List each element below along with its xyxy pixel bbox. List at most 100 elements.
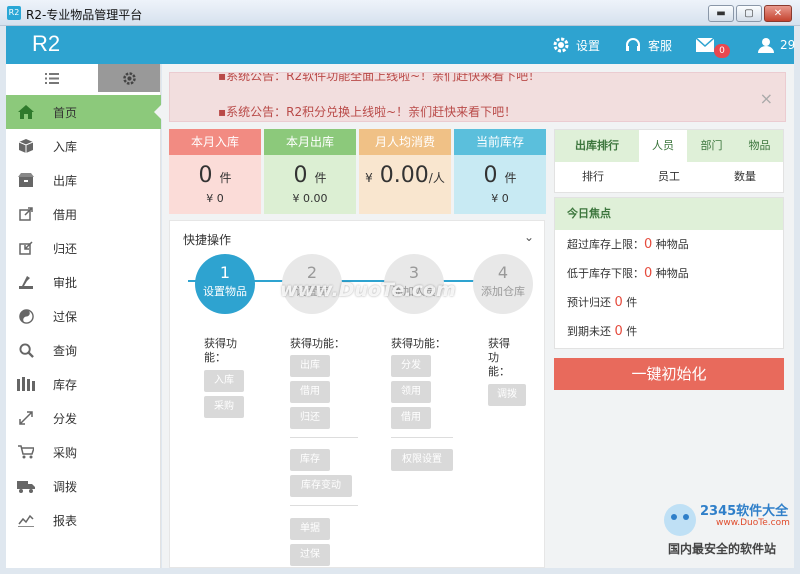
service-label: 客服 bbox=[648, 38, 673, 53]
app-icon: R2 bbox=[7, 6, 21, 20]
focus-row-count: 0 bbox=[644, 237, 653, 252]
stat-sub: ¥ 0.00 bbox=[292, 192, 328, 205]
stat-title: 本月出库 bbox=[264, 129, 356, 155]
sidebar-item-transfer[interactable]: 调拨 bbox=[6, 469, 160, 503]
notice-line: ▪系统公告：R2软件功能全面上线啦~！亲们赶快来看下吧！ bbox=[218, 72, 541, 83]
sidebar: 首页 入库 出库 借用 归还 审批 过保 查询 库存 分发 采购 调拨 报表 bbox=[6, 64, 162, 568]
stat-sub: ¥ 0 bbox=[206, 192, 224, 205]
return-icon bbox=[19, 241, 33, 255]
stat-prefix: ¥ bbox=[365, 171, 373, 185]
stat-card-current-stock: 当前库存 0 件 ¥ 0 bbox=[454, 129, 546, 214]
func-tag[interactable]: 权限设置 bbox=[391, 449, 453, 471]
mail-button[interactable]: 0 bbox=[696, 26, 736, 64]
focus-row-unit: 种物品 bbox=[655, 267, 689, 280]
sidebar-item-home[interactable]: 首页 bbox=[6, 95, 162, 129]
func-tag[interactable]: 库存变动 bbox=[290, 475, 352, 497]
stat-value-line: 0 件 bbox=[264, 163, 356, 188]
sidebar-settings-tab[interactable] bbox=[98, 64, 160, 92]
stat-unit: 件 bbox=[314, 171, 327, 185]
stat-value: 0.00 bbox=[379, 163, 429, 188]
headset-icon bbox=[626, 38, 640, 51]
sidebar-item-query[interactable]: 查询 bbox=[6, 333, 160, 367]
func-tag[interactable]: 借用 bbox=[391, 407, 431, 429]
func-tag[interactable]: 调拨 bbox=[488, 384, 526, 406]
sidebar-item-label: 分发 bbox=[53, 411, 78, 426]
maximize-button[interactable]: ▢ bbox=[736, 5, 762, 22]
column-header: 数量 bbox=[734, 170, 756, 183]
tab-staff[interactable]: 人员 bbox=[639, 130, 687, 162]
user-icon bbox=[758, 38, 774, 53]
focus-row: 预计归还 0 件 bbox=[555, 288, 783, 317]
divider bbox=[290, 437, 358, 438]
service-button[interactable]: 客服 bbox=[624, 26, 672, 64]
sidebar-item-return[interactable]: 归还 bbox=[6, 231, 160, 265]
focus-row: 超过库存上限：0 种物品 bbox=[555, 230, 783, 259]
focus-row-unit: 件 bbox=[626, 296, 638, 309]
sidebar-item-label: 归还 bbox=[53, 241, 78, 256]
stat-unit: /人 bbox=[428, 171, 445, 185]
sidebar-item-stock-in[interactable]: 入库 bbox=[6, 129, 160, 163]
chevron-down-icon[interactable]: ⌄ bbox=[524, 230, 534, 244]
sidebar-list-tab[interactable] bbox=[6, 64, 99, 92]
func-tag[interactable]: 归还 bbox=[290, 407, 330, 429]
stat-value: 0 bbox=[198, 163, 213, 188]
func-tag[interactable]: 领用 bbox=[391, 381, 431, 403]
close-button[interactable]: ✕ bbox=[764, 5, 792, 22]
stock-icon bbox=[17, 377, 35, 391]
mail-count-badge: 0 bbox=[714, 44, 730, 58]
sidebar-item-stock-out[interactable]: 出库 bbox=[6, 163, 160, 197]
func-tag[interactable]: 单据 bbox=[290, 518, 330, 540]
logo: R2 bbox=[32, 31, 61, 56]
sidebar-item-borrow[interactable]: 借用 bbox=[6, 197, 160, 231]
outbound-ranking-panel: 出库排行 人员 部门 物品 排行 员工 数量 bbox=[554, 129, 784, 193]
divider bbox=[290, 505, 358, 506]
sidebar-item-approve[interactable]: 审批 bbox=[6, 265, 160, 299]
stat-unit: 件 bbox=[504, 171, 517, 185]
sidebar-item-stock[interactable]: 库存 bbox=[6, 367, 160, 401]
func-label: 获得功能： bbox=[391, 337, 446, 350]
stat-card-avg-spend: 月人均消费 ¥ 0.00/人 bbox=[359, 129, 451, 214]
sidebar-item-report[interactable]: 报表 bbox=[6, 503, 160, 537]
step-1-button[interactable]: 1 设置物品 bbox=[195, 254, 255, 314]
watermark-url: www.DuoTe.com bbox=[716, 518, 790, 528]
func-label: 获得功能： bbox=[488, 337, 510, 378]
tab-item[interactable]: 物品 bbox=[736, 130, 783, 162]
user-button[interactable]: 29 bbox=[758, 26, 795, 64]
focus-row-label: 到期未还 bbox=[567, 325, 611, 338]
minimize-button[interactable]: ▬ bbox=[708, 5, 734, 22]
func-tag[interactable]: 出库 bbox=[290, 355, 330, 377]
settings-button[interactable]: 设置 bbox=[552, 26, 600, 64]
list-icon bbox=[45, 72, 60, 84]
gear-icon bbox=[122, 71, 136, 85]
step-4-button[interactable]: 4 添加仓库 bbox=[473, 254, 533, 314]
func-tag[interactable]: 过保 bbox=[290, 544, 330, 566]
stat-card-month-in: 本月入库 0 件 ¥ 0 bbox=[169, 129, 261, 214]
func-tag[interactable]: 分发 bbox=[391, 355, 431, 377]
stat-value-line: 0 件 bbox=[454, 163, 546, 188]
sidebar-item-label: 审批 bbox=[53, 275, 78, 290]
box-in-icon bbox=[18, 139, 34, 153]
notice-banner: ▪系统公告：R2软件功能全面上线啦~！亲们赶快来看下吧！ ▪系统公告：R2积分兑… bbox=[169, 72, 786, 122]
sidebar-item-label: 过保 bbox=[53, 309, 78, 324]
one-click-init-button[interactable]: 一键初始化 bbox=[554, 358, 784, 390]
sidebar-item-label: 调拨 bbox=[53, 479, 78, 494]
func-tag[interactable]: 入库 bbox=[204, 370, 244, 392]
mascot-icon bbox=[664, 504, 696, 536]
stat-title: 月人均消费 bbox=[359, 129, 451, 155]
sidebar-item-distribute[interactable]: 分发 bbox=[6, 401, 160, 435]
func-tag[interactable]: 采购 bbox=[204, 396, 244, 418]
sidebar-item-label: 借用 bbox=[53, 207, 78, 222]
watermark-text: www.DuoTe.com bbox=[280, 279, 456, 301]
sidebar-item-label: 报表 bbox=[53, 513, 78, 528]
home-icon bbox=[18, 105, 34, 119]
focus-row-unit: 件 bbox=[626, 325, 638, 338]
stat-unit: 件 bbox=[219, 171, 232, 185]
func-tag[interactable]: 库存 bbox=[290, 449, 330, 471]
focus-row-count: 0 bbox=[614, 295, 623, 310]
sidebar-item-label: 首页 bbox=[53, 105, 78, 120]
func-tag[interactable]: 借用 bbox=[290, 381, 330, 403]
sidebar-item-warranty[interactable]: 过保 bbox=[6, 299, 160, 333]
sidebar-item-purchase[interactable]: 采购 bbox=[6, 435, 160, 469]
notice-close-button[interactable]: × bbox=[760, 89, 773, 108]
tab-department[interactable]: 部门 bbox=[687, 130, 736, 162]
